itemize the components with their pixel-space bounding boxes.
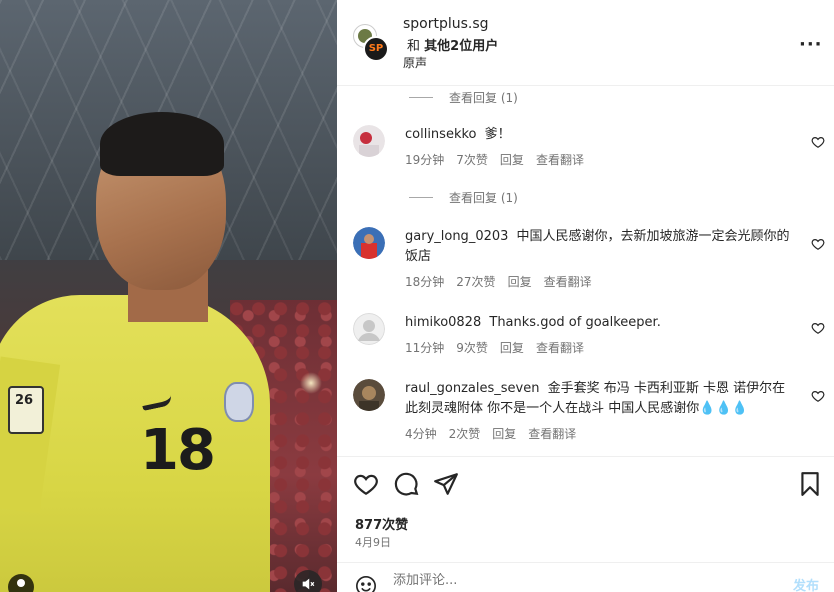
comment-username[interactable]: collinsekko: [405, 127, 477, 142]
translate-button[interactable]: 查看翻译: [544, 273, 592, 290]
comment-text: gary_long_0203 中国人民感谢你，去新加坡旅游一定会光顾你的饭店: [405, 227, 795, 267]
stadium-light: [300, 372, 322, 394]
collab-users-link[interactable]: 和 其他2位用户: [407, 35, 498, 54]
view-replies-label: 查看回复 (1): [449, 191, 518, 205]
share-paper-plane-icon[interactable]: [433, 471, 459, 497]
view-replies-label: 查看回复 (1): [449, 91, 518, 105]
avatar[interactable]: [353, 379, 385, 411]
player-hair: [100, 112, 224, 176]
emoji-icon[interactable]: [355, 575, 377, 592]
comment-likes[interactable]: 2次赞: [449, 425, 481, 442]
team-crest: [224, 382, 254, 422]
collab-others: 其他2位用户: [424, 39, 499, 54]
avatar[interactable]: [353, 313, 385, 345]
comment-time: 18分钟: [405, 275, 445, 289]
comment-username[interactable]: raul_gonzales_seven: [405, 381, 539, 396]
post-date: 4月9日: [355, 536, 391, 549]
comment-meta: 4分钟 2次赞 回复 查看翻译: [405, 425, 576, 442]
reply-button[interactable]: 回复: [500, 151, 524, 168]
like-comment-icon[interactable]: [811, 135, 825, 149]
comment-likes[interactable]: 27次赞: [456, 273, 495, 290]
sleeve-patch-text: 26: [15, 393, 34, 408]
like-comment-icon[interactable]: [811, 237, 825, 251]
avatar[interactable]: [353, 125, 385, 157]
comment-meta: 18分钟 27次赞 回复 查看翻译: [405, 273, 592, 290]
view-replies-button[interactable]: 查看回复 (1): [409, 89, 518, 106]
instagram-post-view: 18 26 SP sportplus.sg 和 其他2位用户 原声 ··· 查看…: [0, 0, 834, 592]
bookmark-icon[interactable]: [797, 471, 823, 497]
comment-text: himiko0828 Thanks.god of goalkeeper.: [405, 313, 795, 333]
comment-text: collinsekko 爹！: [405, 125, 795, 145]
translate-button[interactable]: 查看翻译: [536, 151, 584, 168]
translate-button[interactable]: 查看翻译: [528, 425, 576, 442]
post-comment-button[interactable]: 发布: [793, 575, 819, 592]
comment-meta: 11分钟 9次赞 回复 查看翻译: [405, 339, 584, 356]
post-header: SP sportplus.sg 和 其他2位用户 原声 ···: [337, 0, 834, 86]
more-options-icon[interactable]: ···: [799, 34, 823, 55]
likes-count[interactable]: 877次赞: [355, 514, 408, 533]
post-actions: 877次赞 4月9日: [337, 456, 834, 560]
audio-label[interactable]: 原声: [403, 54, 427, 71]
like-comment-icon[interactable]: [811, 321, 825, 335]
translate-button[interactable]: 查看翻译: [536, 339, 584, 356]
avatar: SP: [363, 36, 389, 62]
like-comment-icon[interactable]: [811, 389, 825, 403]
comment-username[interactable]: himiko0828: [405, 315, 481, 330]
reply-button[interactable]: 回复: [500, 339, 524, 356]
comment-bubble-icon[interactable]: [393, 471, 419, 497]
view-replies-button[interactable]: 查看回复 (1): [409, 189, 518, 206]
collab-prefix: 和: [407, 39, 421, 54]
comment-text: raul_gonzales_seven 金手套奖 布冯 卡西利亚斯 卡恩 诺伊尔…: [405, 379, 795, 419]
jersey-number: 18: [140, 418, 216, 483]
comment-time: 11分钟: [405, 341, 445, 355]
post-username[interactable]: sportplus.sg: [403, 16, 489, 32]
comment-time: 19分钟: [405, 153, 445, 167]
like-heart-icon[interactable]: [353, 471, 379, 497]
mute-icon[interactable]: [294, 570, 322, 592]
post-sidebar: SP sportplus.sg 和 其他2位用户 原声 ··· 查看回复 (1)…: [337, 0, 834, 592]
reply-button[interactable]: 回复: [508, 273, 532, 290]
reply-button[interactable]: 回复: [492, 425, 516, 442]
comment-content: Thanks.god of goalkeeper.: [489, 315, 661, 330]
comment-meta: 19分钟 7次赞 回复 查看翻译: [405, 151, 584, 168]
comment-likes[interactable]: 7次赞: [456, 151, 488, 168]
post-photo[interactable]: 18 26: [0, 0, 337, 592]
add-comment-bar: 发布: [337, 562, 834, 592]
collab-avatars[interactable]: SP: [353, 24, 393, 64]
comment-content: 爹！: [484, 127, 511, 142]
comments-list: 查看回复 (1) collinsekko 爹！ 19分钟 7次赞 回复 查看翻译: [337, 87, 834, 455]
comment-time: 4分钟: [405, 427, 437, 441]
comment-likes[interactable]: 9次赞: [456, 339, 488, 356]
comment-input[interactable]: [393, 573, 743, 588]
avatar[interactable]: [353, 227, 385, 259]
comment-username[interactable]: gary_long_0203: [405, 229, 508, 244]
